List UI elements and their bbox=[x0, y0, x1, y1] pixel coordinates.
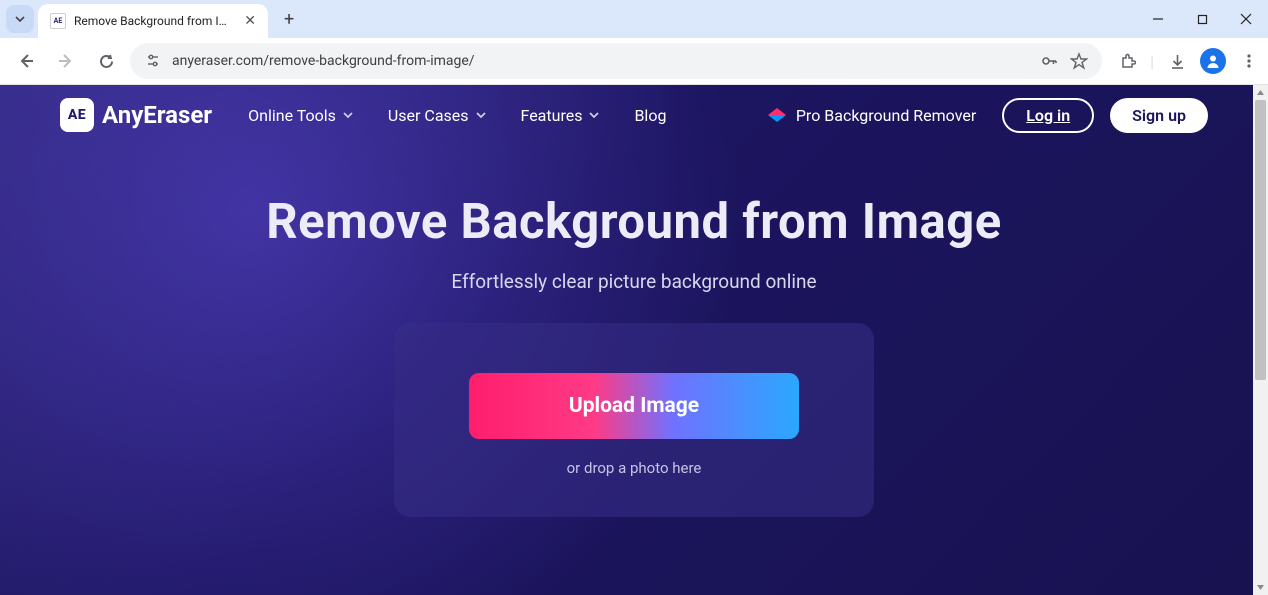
site-settings-icon[interactable] bbox=[144, 52, 162, 70]
new-tab-button[interactable]: + bbox=[278, 9, 300, 30]
minimize-icon bbox=[1152, 13, 1164, 25]
downloads-icon[interactable] bbox=[1168, 52, 1186, 70]
arrow-right-icon bbox=[57, 52, 75, 70]
upload-dropzone[interactable]: Upload Image or drop a photo here bbox=[394, 323, 874, 517]
reload-button[interactable] bbox=[90, 45, 122, 77]
address-bar: anyeraser.com/remove-background-from-ima… bbox=[0, 38, 1268, 85]
scroll-down-button[interactable] bbox=[1253, 580, 1268, 595]
vertical-scrollbar[interactable] bbox=[1253, 85, 1268, 595]
bookmark-star-icon[interactable] bbox=[1070, 52, 1088, 70]
nav-link-user-cases[interactable]: User Cases bbox=[388, 106, 487, 125]
arrow-left-icon bbox=[17, 52, 35, 70]
tab-strip: AE Remove Background from Imag ✕ + bbox=[0, 0, 1268, 38]
tab-title: Remove Background from Imag bbox=[74, 14, 234, 28]
nav-link-online-tools[interactable]: Online Tools bbox=[248, 106, 354, 125]
nav-link-blog[interactable]: Blog bbox=[634, 106, 666, 125]
window-minimize-button[interactable] bbox=[1136, 0, 1180, 38]
nav-link-features[interactable]: Features bbox=[521, 106, 601, 125]
chevron-down-icon bbox=[14, 13, 26, 25]
logo-badge: AE bbox=[60, 98, 94, 132]
window-controls bbox=[1136, 0, 1268, 38]
hero-section: Remove Background from Image Effortlessl… bbox=[0, 145, 1268, 517]
upload-image-button[interactable]: Upload Image bbox=[469, 373, 799, 439]
window-maximize-button[interactable] bbox=[1180, 0, 1224, 38]
window-close-button[interactable] bbox=[1224, 0, 1268, 38]
browser-chrome: AE Remove Background from Imag ✕ + anyer… bbox=[0, 0, 1268, 85]
url-bar[interactable]: anyeraser.com/remove-background-from-ima… bbox=[130, 43, 1102, 79]
toolbar-separator: | bbox=[1150, 52, 1154, 71]
person-icon bbox=[1205, 53, 1221, 69]
page-subtitle: Effortlessly clear picture background on… bbox=[0, 270, 1268, 293]
page-content: AE AnyEraser Online Tools User Cases Fea… bbox=[0, 85, 1268, 595]
kebab-icon bbox=[1241, 53, 1257, 69]
logo-text: AnyEraser bbox=[102, 101, 212, 129]
scroll-up-button[interactable] bbox=[1253, 85, 1268, 100]
forward-button[interactable] bbox=[50, 45, 82, 77]
password-key-icon[interactable] bbox=[1040, 52, 1058, 70]
pro-hourglass-icon bbox=[768, 108, 786, 122]
nav-link-label: User Cases bbox=[388, 106, 469, 125]
chevron-down-icon bbox=[342, 109, 354, 121]
browser-toolbar-right: | bbox=[1118, 48, 1258, 74]
page-title: Remove Background from Image bbox=[0, 193, 1268, 250]
chevron-down-icon bbox=[475, 109, 487, 121]
extensions-icon[interactable] bbox=[1118, 52, 1136, 70]
pro-background-remover-link[interactable]: Pro Background Remover bbox=[768, 106, 976, 125]
chevron-down-icon bbox=[588, 109, 600, 121]
triangle-down-icon bbox=[1256, 583, 1265, 592]
triangle-up-icon bbox=[1256, 88, 1265, 97]
maximize-icon bbox=[1197, 14, 1208, 25]
browser-menu-button[interactable] bbox=[1240, 52, 1258, 70]
login-button[interactable]: Log in bbox=[1002, 98, 1094, 133]
url-text: anyeraser.com/remove-background-from-ima… bbox=[172, 53, 1030, 69]
back-button[interactable] bbox=[10, 45, 42, 77]
tab-favicon: AE bbox=[50, 13, 66, 29]
site-logo[interactable]: AE AnyEraser bbox=[60, 98, 212, 132]
tab-close-button[interactable]: ✕ bbox=[234, 13, 256, 29]
drop-hint-text: or drop a photo here bbox=[414, 459, 854, 477]
reload-icon bbox=[98, 53, 115, 70]
profile-avatar[interactable] bbox=[1200, 48, 1226, 74]
nav-link-label: Online Tools bbox=[248, 106, 336, 125]
pro-link-label: Pro Background Remover bbox=[796, 106, 976, 125]
close-icon bbox=[1240, 13, 1252, 25]
site-navigation: AE AnyEraser Online Tools User Cases Fea… bbox=[0, 85, 1268, 145]
nav-links: Online Tools User Cases Features Blog bbox=[248, 106, 666, 125]
auth-buttons: Log in Sign up bbox=[1002, 98, 1208, 133]
search-tabs-button[interactable] bbox=[6, 5, 34, 33]
nav-link-label: Blog bbox=[634, 106, 666, 125]
browser-tab[interactable]: AE Remove Background from Imag ✕ bbox=[38, 4, 268, 38]
nav-link-label: Features bbox=[521, 106, 583, 125]
scroll-thumb[interactable] bbox=[1255, 100, 1266, 380]
signup-button[interactable]: Sign up bbox=[1110, 98, 1208, 133]
